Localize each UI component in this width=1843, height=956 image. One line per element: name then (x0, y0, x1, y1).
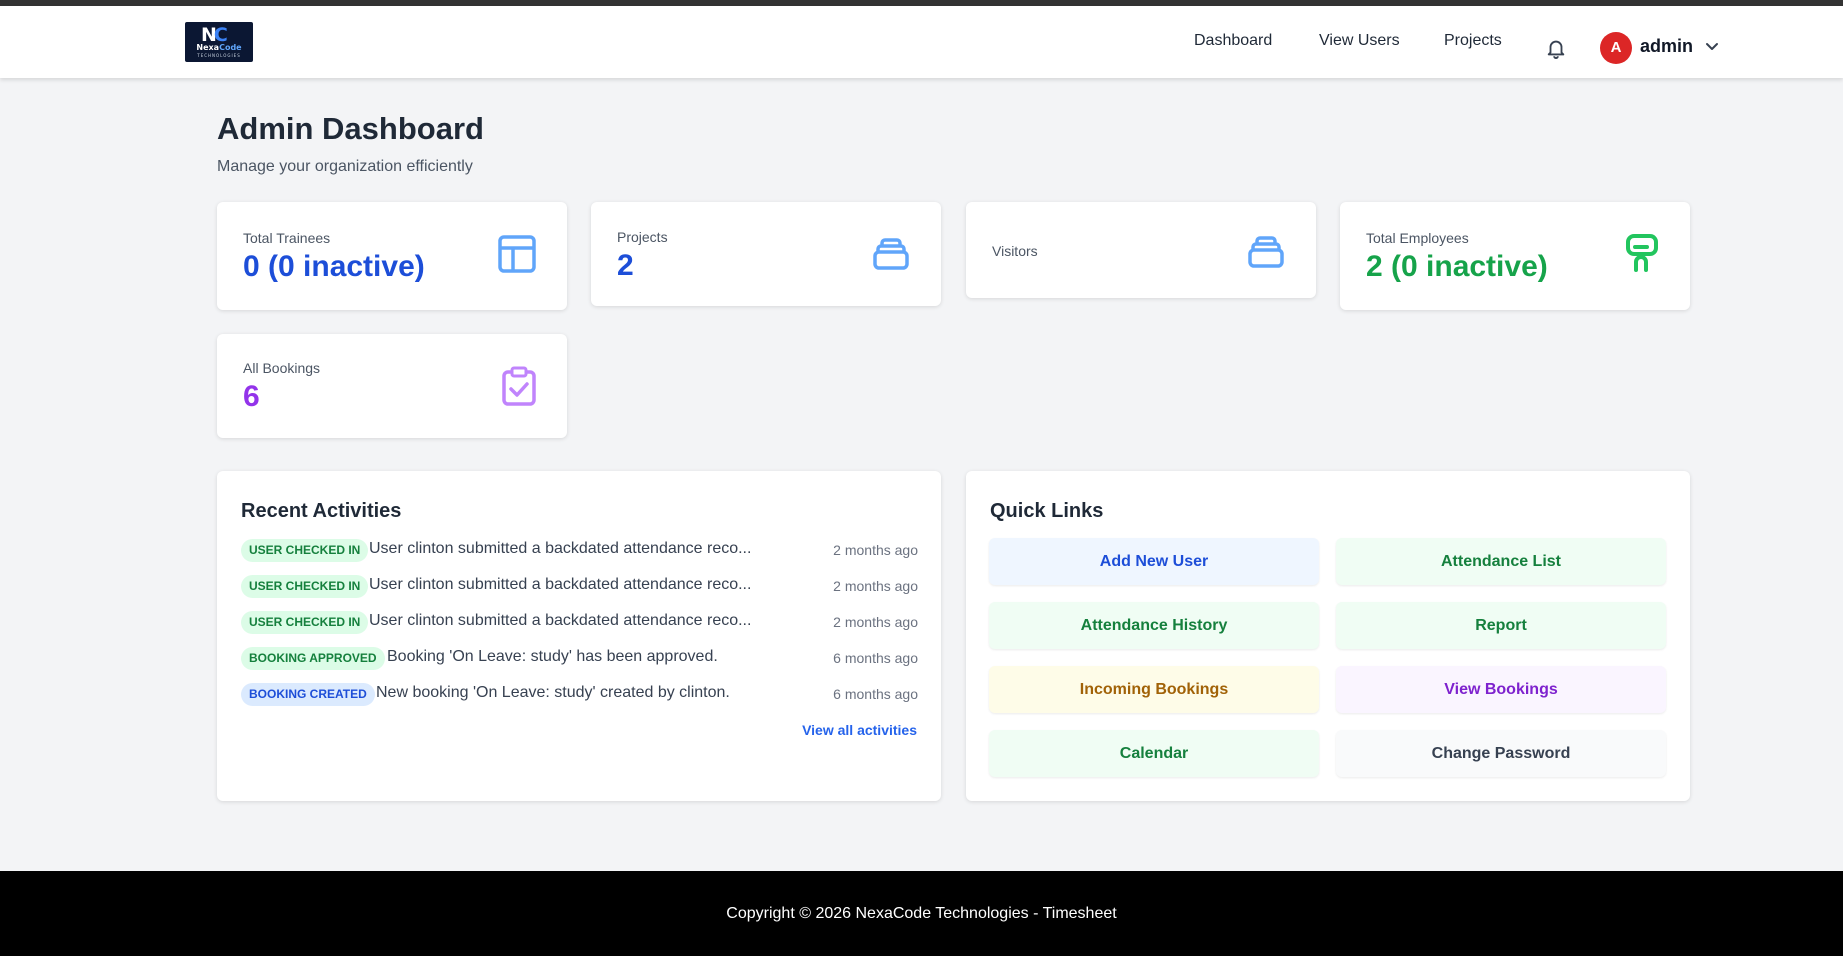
brand-logo[interactable]: NC NexaCode TECHNOLOGIES (185, 22, 253, 62)
activity-row[interactable]: USER CHECKED IN User clinton submitted a… (241, 537, 918, 563)
stat-value: 0 (0 inactive) (243, 250, 425, 283)
quick-links-panel: Quick Links Add New User Attendance List… (966, 471, 1690, 801)
user-avatar[interactable]: A (1600, 32, 1632, 64)
footer-copyright: Copyright © 2026 NexaCode Technologies -… (726, 905, 1117, 922)
stack-icon (873, 238, 909, 270)
nav-link-view-users[interactable]: View Users (1319, 32, 1400, 50)
attendance-list-button[interactable]: Attendance List (1336, 538, 1666, 585)
view-all-activities-link[interactable]: View all activities (802, 722, 917, 738)
logo-name: NexaCode (196, 43, 242, 52)
recent-activities-panel: Recent Activities USER CHECKED IN User c… (217, 471, 941, 801)
stat-label: Total Trainees (243, 230, 331, 246)
page-title: Admin Dashboard (217, 111, 484, 146)
stat-card-visitors[interactable]: Visitors (966, 202, 1316, 298)
activity-badge: USER CHECKED IN (241, 611, 369, 634)
logo-tagline: TECHNOLOGIES (197, 53, 241, 58)
stat-label: All Bookings (243, 360, 321, 376)
stack-icon (1248, 236, 1284, 268)
activity-row[interactable]: BOOKING CREATED New booking 'On Leave: s… (241, 681, 918, 707)
add-new-user-button[interactable]: Add New User (989, 538, 1319, 585)
stat-label: Visitors (992, 243, 1038, 259)
user-name[interactable]: admin (1640, 36, 1693, 57)
calendar-button[interactable]: Calendar (989, 730, 1319, 777)
stat-card-total-employees[interactable]: Total Employees 2 (0 inactive) (1340, 202, 1690, 310)
activity-time: 2 months ago (833, 614, 918, 630)
activity-time: 2 months ago (833, 542, 918, 558)
activity-text: User clinton submitted a backdated atten… (369, 612, 752, 629)
activity-time: 6 months ago (833, 686, 918, 702)
attendance-history-button[interactable]: Attendance History (989, 602, 1319, 649)
activity-time: 2 months ago (833, 578, 918, 594)
activity-row[interactable]: BOOKING APPROVED Booking 'On Leave: stud… (241, 645, 918, 671)
layout-icon (498, 235, 536, 273)
activity-badge: USER CHECKED IN (241, 539, 369, 562)
stat-label: Projects (617, 229, 668, 245)
activity-row[interactable]: USER CHECKED IN User clinton submitted a… (241, 609, 918, 635)
nav-link-projects[interactable]: Projects (1444, 32, 1502, 50)
bell-icon[interactable] (1545, 36, 1567, 60)
stat-label: Total Employees (1366, 230, 1469, 246)
activity-text: New booking 'On Leave: study' created by… (376, 684, 730, 701)
activity-text: User clinton submitted a backdated atten… (369, 576, 752, 593)
activity-badge: BOOKING CREATED (241, 683, 375, 706)
change-password-button[interactable]: Change Password (1336, 730, 1666, 777)
activity-time: 6 months ago (833, 650, 918, 666)
clipboard-check-icon (502, 366, 536, 406)
quick-links-title: Quick Links (990, 500, 1104, 522)
activity-row[interactable]: USER CHECKED IN User clinton submitted a… (241, 573, 918, 599)
stat-value: 2 (617, 249, 634, 282)
view-bookings-button[interactable]: View Bookings (1336, 666, 1666, 713)
stat-value: 2 (0 inactive) (1366, 250, 1548, 283)
activity-text: User clinton submitted a backdated atten… (369, 540, 752, 557)
employee-icon (1626, 234, 1658, 272)
stat-card-all-bookings[interactable]: All Bookings 6 (217, 334, 567, 438)
stat-card-projects[interactable]: Projects 2 (591, 202, 941, 306)
footer: Copyright © 2026 NexaCode Technologies -… (0, 871, 1843, 956)
activity-badge: BOOKING APPROVED (241, 647, 385, 670)
chevron-down-icon[interactable] (1705, 42, 1719, 52)
stat-card-total-trainees[interactable]: Total Trainees 0 (0 inactive) (217, 202, 567, 310)
activity-text: Booking 'On Leave: study' has been appro… (387, 648, 718, 665)
report-button[interactable]: Report (1336, 602, 1666, 649)
incoming-bookings-button[interactable]: Incoming Bookings (989, 666, 1319, 713)
nav-link-dashboard[interactable]: Dashboard (1194, 32, 1272, 50)
navbar: NC NexaCode TECHNOLOGIES Dashboard View … (0, 6, 1843, 78)
recent-activities-title: Recent Activities (241, 500, 402, 522)
stat-value: 6 (243, 380, 260, 413)
page-subtitle: Manage your organization efficiently (217, 158, 473, 175)
activity-badge: USER CHECKED IN (241, 575, 369, 598)
